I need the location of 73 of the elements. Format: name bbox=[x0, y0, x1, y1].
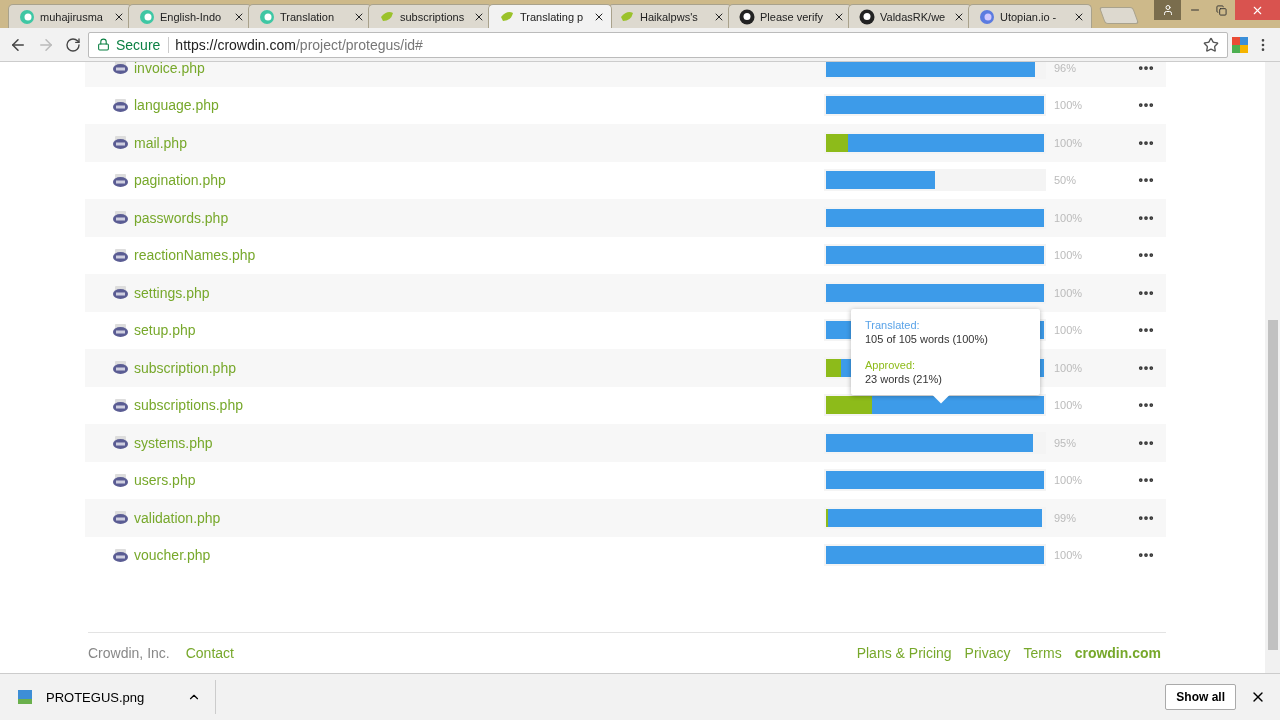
percent-label: 100% bbox=[1054, 549, 1084, 562]
php-file-icon bbox=[113, 361, 128, 375]
php-file-icon bbox=[113, 548, 128, 562]
footer-link[interactable]: Contact bbox=[185, 645, 234, 661]
address-bar[interactable]: Secure https://crowdin.com/project/protegus/id# bbox=[88, 31, 1228, 58]
php-file-icon bbox=[113, 136, 128, 150]
percent-label: 100% bbox=[1054, 99, 1084, 112]
php-file-icon bbox=[113, 211, 128, 225]
file-link[interactable]: invoice.php bbox=[134, 62, 824, 76]
file-link[interactable]: reactionNames.php bbox=[134, 247, 824, 264]
swirl-icon bbox=[979, 8, 995, 25]
tooltip-value: 105 of 105 words (100%) bbox=[865, 333, 989, 345]
file-link[interactable]: mail.php bbox=[134, 134, 824, 151]
php-file-icon bbox=[113, 173, 128, 187]
download-item[interactable]: PROTEGUS.png bbox=[18, 680, 216, 714]
restore-icon bbox=[1216, 4, 1227, 16]
show-all-button[interactable]: Show all bbox=[1165, 684, 1236, 710]
php-file-icon bbox=[113, 98, 128, 112]
file-link[interactable]: settings.php bbox=[134, 284, 824, 301]
profile-button[interactable] bbox=[1154, 0, 1181, 20]
percent-label: 100% bbox=[1054, 249, 1084, 262]
php-file-icon bbox=[113, 248, 128, 262]
octocat-icon bbox=[859, 8, 875, 25]
browser-tab[interactable]: Translating p bbox=[488, 4, 612, 28]
image-file-icon bbox=[18, 690, 32, 704]
file-link[interactable]: pagination.php bbox=[134, 172, 824, 189]
php-file-icon bbox=[113, 398, 128, 412]
percent-label: 100% bbox=[1054, 211, 1084, 224]
file-link[interactable]: validation.php bbox=[134, 509, 824, 526]
php-file-icon bbox=[113, 286, 128, 300]
php-file-icon bbox=[113, 473, 128, 487]
percent-label: 100% bbox=[1054, 286, 1084, 299]
footer-link[interactable]: crowdin.com bbox=[1074, 645, 1161, 661]
url-text[interactable]: https://crowdin.com/project/protegus/id# bbox=[175, 36, 423, 53]
percent-label: 100% bbox=[1054, 324, 1084, 337]
file-link[interactable]: users.php bbox=[134, 472, 824, 489]
percent-label: 50% bbox=[1054, 174, 1078, 187]
secure-label: Secure bbox=[116, 36, 170, 53]
footer-link[interactable]: Plans & Pricing bbox=[856, 645, 952, 661]
footer-link[interactable]: Privacy bbox=[964, 645, 1011, 661]
file-link[interactable]: language.php bbox=[134, 97, 824, 114]
file-link[interactable]: subscriptions.php bbox=[134, 397, 824, 414]
percent-label: 100% bbox=[1054, 474, 1084, 487]
php-file-icon bbox=[113, 323, 128, 337]
footer-link[interactable]: Terms bbox=[1023, 645, 1062, 661]
crowdin-icon bbox=[139, 8, 155, 25]
tooltip-label: Translated: bbox=[865, 319, 921, 331]
company-name: Crowdin, Inc. bbox=[88, 645, 170, 661]
file-link[interactable]: systems.php bbox=[134, 434, 824, 451]
php-file-icon bbox=[113, 436, 128, 450]
star-icon[interactable] bbox=[1203, 36, 1219, 53]
file-link[interactable]: passwords.php bbox=[134, 209, 824, 226]
tooltip-label: Approved: bbox=[865, 359, 917, 371]
crowdin-icon bbox=[259, 8, 275, 25]
scrollbar[interactable] bbox=[1265, 62, 1280, 673]
file-link[interactable]: setup.php bbox=[134, 322, 824, 339]
user-icon bbox=[1161, 4, 1174, 16]
file-link[interactable]: subscription.php bbox=[134, 359, 824, 376]
extension-icon[interactable] bbox=[1232, 36, 1248, 53]
lock-icon bbox=[97, 38, 110, 51]
percent-label: 100% bbox=[1054, 136, 1084, 149]
reload-icon bbox=[65, 36, 81, 53]
browser-tab[interactable]: Please verify bbox=[728, 4, 852, 28]
file-name: PROTEGUS.png bbox=[46, 689, 146, 705]
tooltip-value: 23 words (21%) bbox=[865, 373, 944, 385]
crowdin-icon bbox=[19, 8, 35, 25]
percent-label: 95% bbox=[1054, 436, 1078, 449]
file-link[interactable]: voucher.php bbox=[134, 547, 824, 564]
browser-tab[interactable]: Utopian.io - bbox=[968, 4, 1092, 28]
percent-label: 100% bbox=[1054, 399, 1084, 412]
octocat-icon bbox=[739, 8, 755, 25]
php-file-icon bbox=[113, 511, 128, 525]
percent-label: 100% bbox=[1054, 361, 1084, 374]
